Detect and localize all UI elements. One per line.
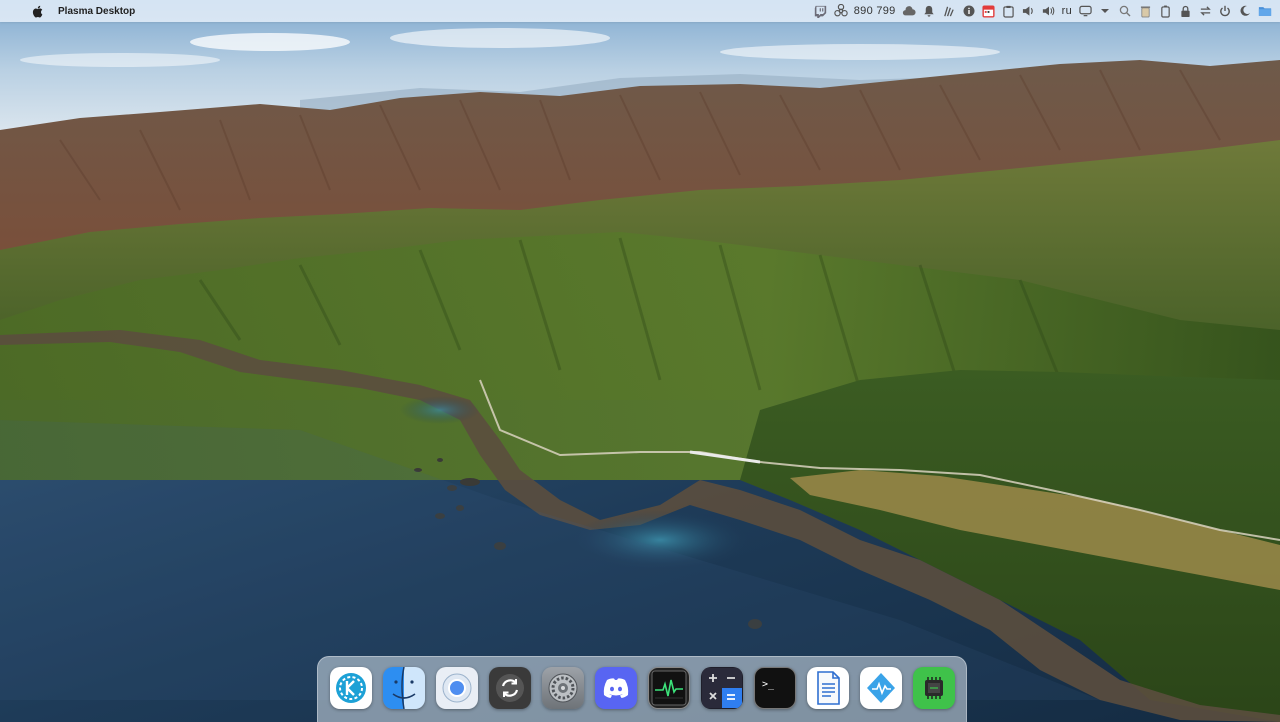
text-editor-button[interactable] xyxy=(806,666,849,709)
search-icon[interactable] xyxy=(1118,4,1132,18)
finder-button[interactable] xyxy=(382,666,425,709)
kde-launcher-button[interactable] xyxy=(329,666,372,709)
speaker-icon[interactable] xyxy=(1022,4,1036,18)
system-monitor-button[interactable] xyxy=(859,666,902,709)
settings-gear-icon xyxy=(546,671,580,705)
chromium-button[interactable] xyxy=(435,666,478,709)
counter-readout[interactable]: 890 799 xyxy=(854,5,896,17)
calculator-icon xyxy=(701,667,742,708)
finder-icon xyxy=(383,666,425,709)
gpu-monitor-button[interactable] xyxy=(912,666,955,709)
top-panel: Plasma Desktop 890 799 ru xyxy=(0,0,1280,22)
calculator-button[interactable] xyxy=(700,666,743,709)
trash-icon[interactable] xyxy=(1138,4,1152,18)
lock-icon[interactable] xyxy=(1178,4,1192,18)
chip-icon xyxy=(917,671,951,705)
active-app-name[interactable]: Plasma Desktop xyxy=(58,6,135,17)
battery-icon[interactable] xyxy=(1158,4,1172,18)
dock: >_ xyxy=(317,656,967,722)
biohazard-icon[interactable] xyxy=(834,4,848,18)
cloud-icon[interactable] xyxy=(902,4,916,18)
activity-monitor-button[interactable] xyxy=(647,666,690,709)
terminal-button[interactable]: >_ xyxy=(753,666,796,709)
calendar-app-icon[interactable] xyxy=(982,4,996,18)
volume-icon[interactable] xyxy=(1042,4,1056,18)
activity-monitor-icon xyxy=(651,670,687,706)
desktop-wallpaper xyxy=(0,0,1280,722)
switch-user-icon[interactable] xyxy=(1198,4,1212,18)
discord-icon xyxy=(602,677,630,699)
document-icon xyxy=(811,670,845,706)
discord-button[interactable] xyxy=(594,666,637,709)
desktop[interactable]: Plasma Desktop 890 799 ru >_ xyxy=(0,0,1280,722)
sync-icon xyxy=(494,672,526,704)
notifications-icon[interactable] xyxy=(922,4,936,18)
software-update-button[interactable] xyxy=(488,666,531,709)
twitch-icon[interactable] xyxy=(814,4,828,18)
clipboard-icon[interactable] xyxy=(1002,4,1016,18)
svg-text:>_: >_ xyxy=(762,679,775,690)
dropdown-arrow-icon[interactable] xyxy=(1098,4,1112,18)
terminal-icon: >_ xyxy=(757,670,793,706)
power-icon[interactable] xyxy=(1218,4,1232,18)
apple-logo-icon[interactable] xyxy=(30,4,44,18)
night-mode-icon[interactable] xyxy=(1238,4,1252,18)
kde-icon xyxy=(334,671,368,705)
language-indicator[interactable]: ru xyxy=(1062,5,1072,17)
monitor-graph-icon xyxy=(864,671,898,705)
info-icon[interactable] xyxy=(962,4,976,18)
folder-icon[interactable] xyxy=(1258,4,1272,18)
chromium-icon xyxy=(441,672,473,704)
display-icon[interactable] xyxy=(1078,4,1092,18)
weather-icon[interactable] xyxy=(942,4,956,18)
system-settings-button[interactable] xyxy=(541,666,584,709)
